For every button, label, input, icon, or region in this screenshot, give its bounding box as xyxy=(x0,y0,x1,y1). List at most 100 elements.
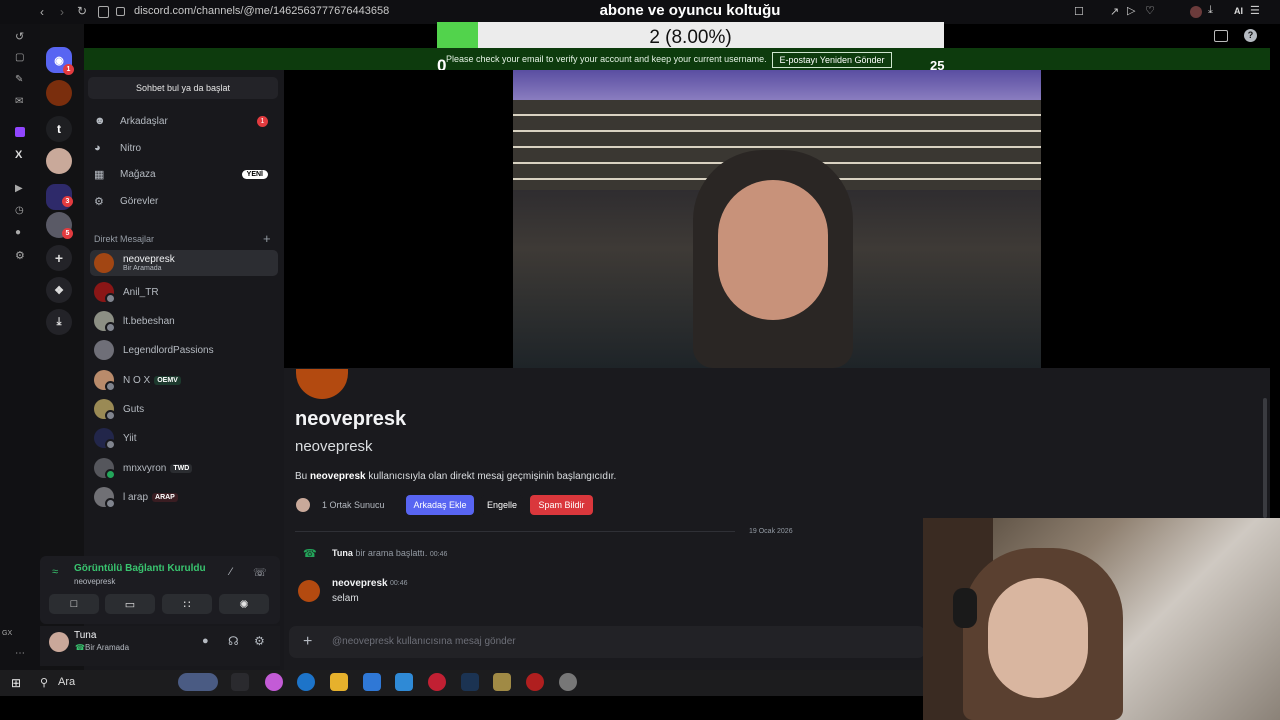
outlook-icon[interactable] xyxy=(395,673,413,691)
avatar xyxy=(94,428,116,450)
scrollbar[interactable] xyxy=(1263,398,1267,518)
call-user[interactable]: Tuna xyxy=(332,548,353,558)
windows-start-icon[interactable]: ⊞ xyxy=(11,676,21,690)
bag-icon[interactable]: ▢ xyxy=(15,52,24,63)
forward-icon[interactable]: › xyxy=(60,5,64,19)
search-icon[interactable]: ⚲ xyxy=(40,676,48,689)
voice-status[interactable]: Görüntülü Bağlantı Kuruldu xyxy=(74,563,206,574)
signal-icon[interactable]: ≈ xyxy=(52,566,58,578)
dm-item-legendlord[interactable]: LegendlordPassions xyxy=(90,337,278,363)
dm-item-arap[interactable]: l arap ARAP xyxy=(90,484,278,510)
help-icon[interactable]: ? xyxy=(1244,29,1257,42)
status-dot xyxy=(105,322,116,333)
mutual-servers-link[interactable]: 1 Ortak Sunucu xyxy=(322,500,385,510)
discord-home-icon[interactable]: ◉ 1 xyxy=(46,47,74,75)
user-settings-icon[interactable]: ⚙ xyxy=(254,634,265,648)
edge-icon[interactable] xyxy=(297,673,315,691)
nav-label: Nitro xyxy=(120,142,142,154)
microphone-icon[interactable]: ● xyxy=(202,635,209,647)
find-conversation-button[interactable]: Sohbet bul ya da başlat xyxy=(88,77,278,99)
message-avatar[interactable] xyxy=(298,580,320,602)
play-icon[interactable]: ▷ xyxy=(1127,4,1135,17)
opera-gx-icon[interactable] xyxy=(428,673,446,691)
dm-item-neovepresk[interactable]: neovepresk Bir Aramada xyxy=(90,250,278,276)
taskbar-search[interactable]: Ara xyxy=(58,676,75,688)
nav-quests[interactable]: ⚙ Görevler xyxy=(90,189,278,213)
profile-avatar[interactable] xyxy=(1190,6,1202,18)
avatar xyxy=(94,458,116,480)
message-text: selam xyxy=(332,593,359,604)
download-icon[interactable]: ⤓ xyxy=(1208,4,1213,17)
extensions-icon[interactable]: ● xyxy=(15,227,21,238)
new-dm-icon[interactable]: + xyxy=(263,231,271,246)
avatar xyxy=(94,370,116,392)
add-server-icon[interactable]: + xyxy=(46,245,72,271)
camera-off-button[interactable]: □ xyxy=(49,594,99,614)
reload-icon[interactable]: ↻ xyxy=(77,4,87,18)
dm-item-anil[interactable]: Anil_TR xyxy=(90,279,278,305)
friends-badge: 1 xyxy=(257,115,268,127)
app-icon[interactable] xyxy=(526,673,544,691)
file-explorer-icon[interactable] xyxy=(330,673,348,691)
headphones-icon[interactable]: ☊ xyxy=(228,634,239,648)
noise-suppression-icon[interactable]: ⁄ xyxy=(230,566,232,578)
shop-icon: ▦ xyxy=(94,168,105,181)
ai-button[interactable]: AI xyxy=(1234,6,1243,16)
server-tag: TWD xyxy=(170,463,193,473)
menu-icon[interactable]: ☰ xyxy=(1250,4,1260,17)
dm-item-nox[interactable]: N O X OEMV xyxy=(90,367,278,393)
app-icon-2[interactable] xyxy=(559,673,577,691)
resend-email-button[interactable]: E-postayı Yeniden Gönder xyxy=(772,52,892,68)
settings-icon[interactable]: ⚙ xyxy=(15,249,25,262)
more-icon[interactable]: ⋯ xyxy=(15,648,25,659)
twitch-icon[interactable] xyxy=(15,127,25,137)
profile-username: neovepresk xyxy=(295,438,373,455)
user-avatar[interactable] xyxy=(49,632,69,652)
server-hawk[interactable]: 3 xyxy=(46,184,73,210)
nav-shop[interactable]: ▦ Mağaza YENİ xyxy=(90,162,278,186)
share-icon[interactable]: ↗ xyxy=(1110,5,1119,18)
message-input[interactable]: @neovepresk kullanıcısına mesaj gönder xyxy=(332,636,516,647)
mail-icon[interactable]: ✉ xyxy=(15,96,23,107)
discover-icon[interactable]: ❖ xyxy=(46,277,72,303)
address-bar[interactable]: discord.com/channels/@me/146256377767644… xyxy=(134,5,389,17)
widget-icon[interactable] xyxy=(178,673,218,691)
download-apps-icon[interactable]: ⤓ xyxy=(46,309,72,335)
task-view-icon[interactable] xyxy=(231,673,249,691)
message-author[interactable]: neovepresk xyxy=(332,578,388,589)
notes-icon[interactable]: ✎ xyxy=(15,74,23,85)
dm-item-mnxvyron[interactable]: mnxvyron TWD xyxy=(90,455,278,481)
dm-name: Yiit xyxy=(123,432,137,444)
server-avatar-red[interactable] xyxy=(46,148,72,174)
server-fire[interactable] xyxy=(46,80,72,106)
player-icon[interactable]: ▶ xyxy=(15,183,23,194)
disconnect-icon[interactable]: ☏ xyxy=(253,566,267,579)
copilot-icon[interactable] xyxy=(265,673,283,691)
add-friend-button[interactable]: Arkadaş Ekle xyxy=(406,495,474,515)
clock-icon[interactable]: ◷ xyxy=(15,205,24,216)
dm-item-guts[interactable]: Guts xyxy=(90,396,278,422)
dm-item-bebeshan[interactable]: lt.bebeshan xyxy=(90,308,278,334)
screen-share-button[interactable]: ▭ xyxy=(105,594,155,614)
back-icon[interactable]: ‹ xyxy=(40,5,44,19)
activities-button[interactable]: ∷ xyxy=(162,594,212,614)
block-button[interactable]: Engelle xyxy=(481,495,523,515)
dm-item-yiit[interactable]: Yiit xyxy=(90,425,278,451)
dm-name: lt.bebeshan xyxy=(123,315,175,327)
nav-nitro[interactable]: ◕ Nitro xyxy=(90,136,278,160)
attach-icon[interactable]: + xyxy=(303,633,312,651)
x-twitter-icon[interactable]: X xyxy=(15,149,22,161)
steam-icon[interactable] xyxy=(461,673,479,691)
bookmark-icon[interactable]: ☐ xyxy=(1074,5,1084,18)
store-icon[interactable] xyxy=(363,673,381,691)
heart-icon[interactable]: ♡ xyxy=(1145,4,1155,17)
inbox-icon[interactable] xyxy=(1214,30,1228,42)
soundboard-button[interactable]: ✺ xyxy=(219,594,269,614)
report-spam-button[interactable]: Spam Bildir xyxy=(530,495,593,515)
server-t[interactable]: t xyxy=(46,116,72,142)
server-avatar-mono[interactable]: 5 xyxy=(46,212,73,239)
league-icon[interactable] xyxy=(493,673,511,691)
video-stream[interactable] xyxy=(513,70,1041,368)
history-icon[interactable]: ↺ xyxy=(15,30,24,43)
nav-friends[interactable]: ☻ Arkadaşlar 1 xyxy=(90,109,278,133)
